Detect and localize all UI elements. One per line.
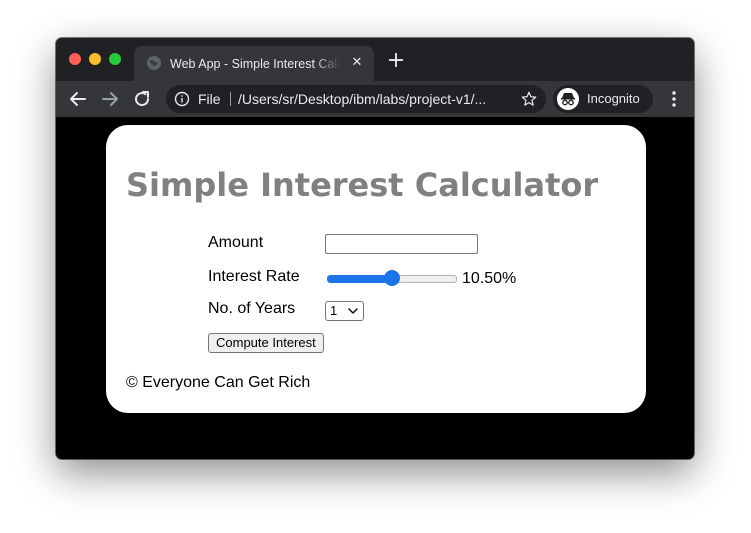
zoom-window-button[interactable] <box>109 53 121 65</box>
page-viewport: Simple Interest Calculator Amount Intere… <box>56 117 694 459</box>
compute-interest-button[interactable]: Compute Interest <box>208 333 324 353</box>
globe-icon <box>147 56 161 70</box>
years-select[interactable]: 1 <box>325 301 364 321</box>
amount-input[interactable] <box>325 234 478 254</box>
close-window-button[interactable] <box>69 53 81 65</box>
arrow-right-icon[interactable] <box>98 87 122 111</box>
star-icon[interactable] <box>520 90 538 108</box>
new-tab-button[interactable]: + <box>384 50 408 74</box>
url-text[interactable]: /Users/sr/Desktop/ibm/labs/project-v1/..… <box>238 90 508 108</box>
years-selected-value: 1 <box>330 303 338 318</box>
reload-icon[interactable] <box>130 87 154 111</box>
interest-rate-value: 10.50% <box>462 270 517 287</box>
chevron-down-icon <box>348 308 358 314</box>
scheme-label: File <box>198 91 221 107</box>
slider-thumb[interactable] <box>384 270 400 286</box>
browser-toolbar: File /Users/sr/Desktop/ibm/labs/project-… <box>56 81 694 117</box>
amount-label: Amount <box>208 234 264 251</box>
profile-chip[interactable]: Incognito <box>553 85 653 113</box>
close-icon[interactable]: ✕ <box>349 54 365 72</box>
tab-active[interactable]: Web App - Simple Interest Calculator ✕ <box>134 46 374 81</box>
interest-rate-slider[interactable] <box>327 270 457 286</box>
years-label: No. of Years <box>208 300 296 317</box>
profile-label: Incognito <box>587 91 640 106</box>
incognito-icon <box>557 88 579 110</box>
omnibox-divider <box>230 92 231 106</box>
interest-rate-label: Interest Rate <box>208 268 300 285</box>
footer-text: © Everyone Can Get Rich <box>126 374 311 391</box>
minimize-window-button[interactable] <box>89 53 101 65</box>
info-icon[interactable] <box>174 91 190 107</box>
tab-strip: Web App - Simple Interest Calculator ✕ + <box>56 38 694 81</box>
calculator-card: Simple Interest Calculator Amount Intere… <box>106 125 646 413</box>
arrow-left-icon[interactable] <box>66 87 90 111</box>
page-title: Simple Interest Calculator <box>126 166 599 204</box>
kebab-menu-icon[interactable] <box>664 89 684 109</box>
slider-fill <box>327 275 392 283</box>
browser-window: Web App - Simple Interest Calculator ✕ +… <box>56 38 694 459</box>
tab-title: Web App - Simple Interest Calculator <box>170 57 340 71</box>
address-bar[interactable]: File /Users/sr/Desktop/ibm/labs/project-… <box>166 85 546 113</box>
